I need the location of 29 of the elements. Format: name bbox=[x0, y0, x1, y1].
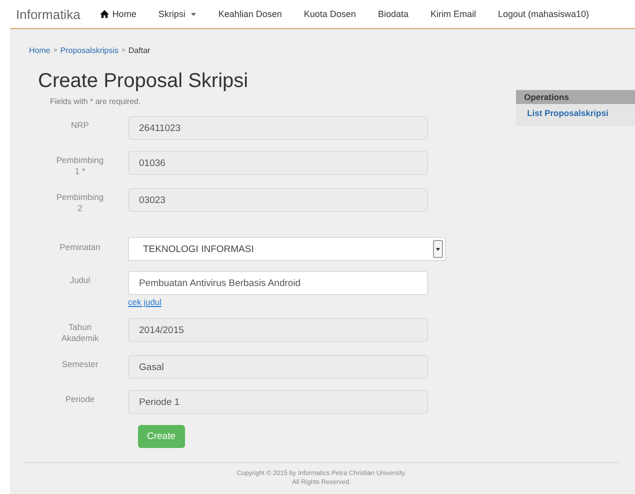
nav-link[interactable]: Kuota Dosen bbox=[304, 9, 356, 19]
field-label: Pembimbing 1 * bbox=[55, 154, 105, 177]
field-label: Tahun Akademik bbox=[60, 321, 100, 344]
operation-link[interactable]: List Proposalskripsi bbox=[516, 104, 635, 122]
nav-link[interactable]: Home bbox=[100, 9, 136, 19]
nav-link[interactable]: Logout (mahasiswa10) bbox=[498, 9, 590, 19]
field-label: Peminatan bbox=[58, 241, 102, 253]
nav-link[interactable]: Keahlian Dosen bbox=[218, 9, 282, 19]
panel-title: Operations bbox=[516, 90, 635, 104]
field-label: Periode bbox=[64, 393, 96, 405]
breadcrumb-link[interactable]: Proposalskripsis bbox=[60, 46, 118, 54]
check-title-link[interactable]: cek judul bbox=[128, 297, 428, 307]
nav-link[interactable]: Kirim Email bbox=[430, 9, 476, 19]
select-field[interactable]: TEKNOLOGI INFORMASI bbox=[128, 237, 446, 261]
field-label: Judul bbox=[68, 274, 92, 286]
field-label: Semester bbox=[60, 358, 100, 370]
nav-link[interactable]: Biodata bbox=[378, 9, 408, 19]
breadcrumb-link[interactable]: Home bbox=[29, 46, 50, 54]
dropdown-caret-icon bbox=[433, 240, 443, 258]
brand-logo[interactable]: Informatika bbox=[16, 6, 80, 22]
nav-link[interactable]: Skripsi bbox=[158, 9, 196, 19]
caret-icon bbox=[191, 12, 196, 16]
page-title: Create Proposal Skripsi bbox=[38, 70, 250, 93]
field-label: Pembimbing 2 bbox=[55, 191, 105, 214]
field-label: NRP bbox=[70, 119, 90, 131]
home-icon bbox=[100, 10, 110, 18]
input-field[interactable]: Pembuatan Antivirus Berbasis Android bbox=[128, 271, 428, 295]
required-note: Fields with * are required. bbox=[50, 97, 142, 106]
breadcrumb-current: Daftar bbox=[128, 46, 150, 54]
